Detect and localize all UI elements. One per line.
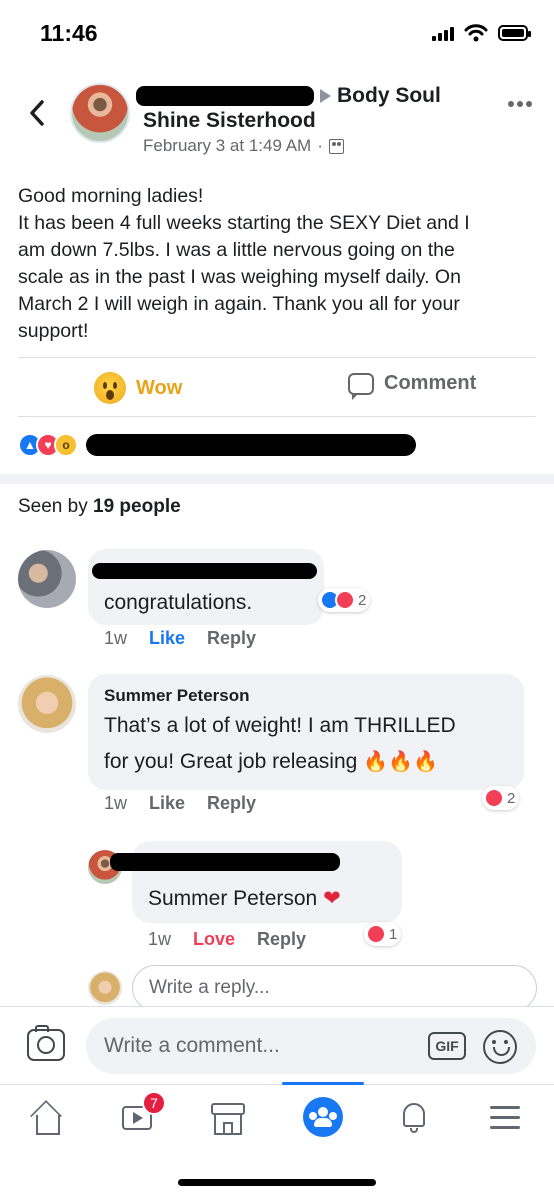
comment-reactions[interactable]: 2: [318, 588, 371, 612]
comment-reactions[interactable]: 2: [482, 786, 520, 810]
status-icons: [432, 24, 531, 42]
love-icon: [335, 590, 355, 610]
wow-label: Wow: [136, 376, 183, 399]
reply-input-placeholder: Write a reply...: [149, 977, 270, 998]
love-button[interactable]: Love: [193, 929, 235, 950]
watch-badge: 7: [142, 1091, 166, 1115]
reply-input[interactable]: Write a reply...: [132, 965, 537, 1011]
reaction-summary[interactable]: ▲ ♥ o: [18, 433, 78, 457]
reaction-count: 2: [507, 789, 516, 807]
comment-input[interactable]: Write a comment...: [86, 1018, 536, 1074]
divider: [18, 416, 536, 417]
wow-icon: o: [54, 433, 78, 457]
play-icon: [133, 1112, 143, 1124]
back-button[interactable]: [22, 96, 52, 130]
groups-icon: [318, 1107, 328, 1117]
comment-icon: [348, 372, 374, 400]
redacted-reply-author: [110, 853, 340, 871]
post-timestamp[interactable]: February 3 at 1:49 AM: [143, 136, 311, 156]
group-name-line1: Body Soul: [337, 84, 441, 107]
triangle-right-icon: [320, 89, 331, 103]
author-avatar[interactable]: [70, 83, 130, 143]
wifi-icon: [464, 24, 488, 42]
redacted-commenter-name: [92, 563, 317, 579]
more-options-button[interactable]: [508, 101, 532, 107]
groups-tab[interactable]: [303, 1097, 343, 1137]
comment-time: 1w: [104, 793, 128, 813]
reply-meta: 1w Love Reply: [148, 929, 306, 950]
home-indicator: [178, 1179, 376, 1186]
signal-icon: [432, 25, 454, 41]
divider: [18, 357, 536, 358]
dot-icon: [526, 101, 532, 107]
comment-meta: 1w Like Reply: [104, 793, 256, 814]
bell-icon: [403, 1103, 425, 1127]
comment-time: 1w: [104, 628, 128, 648]
post-line: March 2 I will weigh in again. Thank you…: [18, 293, 460, 315]
reaction-count: 1: [389, 925, 398, 943]
love-icon: [366, 924, 386, 944]
reply-time: 1w: [148, 929, 172, 949]
post-line: It has been 4 full weeks starting the SE…: [18, 212, 470, 234]
post-body: Good morning ladies! It has been 4 full …: [18, 183, 538, 345]
post-meta: February 3 at 1:49 AM ·: [143, 136, 344, 156]
reply-text: Summer Peterson ❤: [148, 881, 341, 916]
comment-button[interactable]: Comment: [348, 372, 477, 400]
status-time: 11:46: [40, 20, 98, 46]
emoji-icon[interactable]: [483, 1030, 517, 1064]
home-tab[interactable]: [28, 1100, 68, 1136]
love-icon: [484, 788, 504, 808]
dot-icon: [508, 101, 514, 107]
comment-text-line: for you! Great job releasing: [104, 750, 358, 773]
comment-text: That’s a lot of weight! I am THRILLED: [104, 714, 456, 737]
seen-by[interactable]: Seen by 19 people: [18, 496, 181, 518]
camera-icon[interactable]: [27, 1025, 65, 1061]
own-avatar: [88, 971, 122, 1005]
post-line: scale as in the past I was weighing myse…: [18, 266, 461, 288]
reply-reactions[interactable]: 1: [364, 922, 402, 946]
commenter-avatar[interactable]: [18, 675, 76, 733]
marketplace-tab[interactable]: [209, 1100, 249, 1136]
post-line: support!: [18, 320, 89, 342]
like-button[interactable]: Like: [149, 793, 185, 814]
status-bar: 11:46: [0, 0, 554, 64]
dot-icon: [517, 101, 523, 107]
like-button[interactable]: Like: [149, 628, 185, 649]
members-icon: [328, 138, 344, 154]
group-name-line2[interactable]: Shine Sisterhood: [143, 109, 316, 133]
gif-button[interactable]: GIF: [428, 1032, 466, 1060]
marketplace-icon: [211, 1103, 245, 1115]
menu-icon: [490, 1106, 520, 1109]
group-name[interactable]: Body Soul: [320, 84, 441, 108]
section-separator: [0, 474, 554, 484]
chevron-left-icon: [30, 100, 44, 126]
post-line: Good morning ladies!: [18, 185, 204, 207]
comment-input-placeholder: Write a comment...: [104, 1034, 280, 1057]
wow-icon: [94, 372, 126, 404]
active-tab-indicator: [282, 1082, 364, 1085]
wow-reaction-button[interactable]: Wow: [94, 372, 182, 404]
seen-by-count: 19 people: [93, 496, 181, 517]
comment-text: for you! Great job releasing 🔥🔥🔥: [104, 744, 438, 780]
commenter-avatar[interactable]: [18, 550, 76, 608]
reply-button[interactable]: Reply: [257, 929, 306, 950]
comment-text: congratulations.: [104, 591, 253, 614]
reply-mention[interactable]: Summer Peterson: [148, 887, 317, 910]
notifications-tab[interactable]: [396, 1100, 436, 1136]
menu-tab[interactable]: [488, 1100, 528, 1136]
meta-separator: ·: [317, 136, 323, 155]
comment-author[interactable]: Summer Peterson: [104, 686, 250, 706]
comment-meta: 1w Like Reply: [104, 628, 256, 649]
battery-icon: [498, 25, 531, 41]
fire-emoji: 🔥🔥🔥: [363, 751, 438, 773]
comment-label: Comment: [384, 372, 477, 394]
heart-emoji: ❤: [323, 887, 341, 910]
reply-button[interactable]: Reply: [207, 793, 256, 814]
reaction-count: 2: [358, 591, 367, 609]
post-line: am down 7.5lbs. I was a little nervous g…: [18, 239, 455, 261]
redacted-reactors: [86, 434, 416, 456]
seen-by-prefix: Seen by: [18, 496, 88, 517]
redacted-author-name: [136, 86, 314, 106]
reply-button[interactable]: Reply: [207, 628, 256, 649]
